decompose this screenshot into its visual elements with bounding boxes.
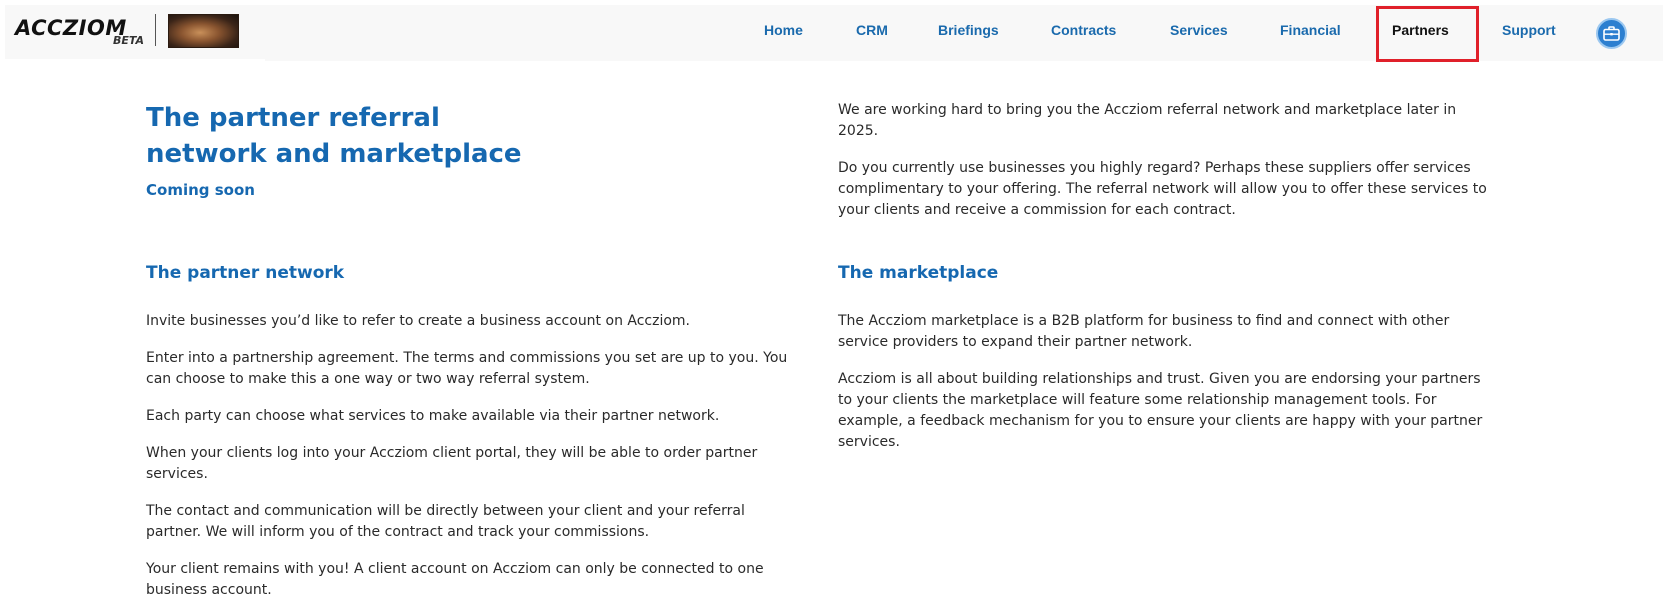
partner-network-paragraph: Invite businesses you’d like to refer to…	[146, 313, 691, 329]
marketplace-heading: The marketplace	[838, 263, 999, 283]
active-nav-highlight	[1376, 6, 1479, 62]
coming-soon-label: Coming soon	[146, 181, 255, 199]
page-title: The partner referral network and marketp…	[146, 103, 522, 169]
nav-contracts[interactable]: Contracts	[1051, 22, 1116, 38]
nav-support[interactable]: Support	[1502, 22, 1556, 38]
partner-network-text: Invite businesses you’d like to refer to…	[146, 311, 796, 609]
marketplace-text: The Accziom marketplace is a B2B platfor…	[838, 311, 1488, 469]
partner-network-heading: The partner network	[146, 263, 345, 283]
nav-briefings[interactable]: Briefings	[938, 22, 999, 38]
brand-name: ACCZIOM	[15, 16, 127, 40]
brand-beta-tag: BETA	[113, 34, 145, 47]
briefcase-icon	[1603, 26, 1620, 41]
nav-home[interactable]: Home	[764, 22, 803, 38]
nav-services[interactable]: Services	[1170, 22, 1228, 38]
account-button[interactable]	[1596, 18, 1627, 49]
partner-network-paragraph: The contact and communication will be di…	[146, 503, 745, 540]
partner-network-paragraph: Enter into a partnership agreement. The …	[146, 350, 788, 387]
intro-text: We are working hard to bring you the Acc…	[838, 100, 1488, 237]
intro-paragraph: Do you currently use businesses you high…	[838, 160, 1487, 218]
left-column: The partner referral network and marketp…	[146, 100, 786, 199]
top-navigation-bar: ACCZIOM BETA Home CRM Briefings Contract…	[5, 5, 1663, 62]
partner-network-paragraph: Your client remains with you! A client a…	[146, 561, 764, 598]
logo-divider	[155, 14, 156, 46]
marketplace-paragraph: Accziom is all about building relationsh…	[838, 371, 1483, 450]
brand-logo[interactable]: ACCZIOM BETA	[5, 5, 265, 61]
intro-paragraph: We are working hard to bring you the Acc…	[838, 102, 1457, 139]
handshake-photo	[168, 14, 239, 48]
logo-underline	[5, 59, 265, 61]
partner-network-paragraph: Each party can choose what services to m…	[146, 408, 720, 424]
partner-network-paragraph: When your clients log into your Accziom …	[146, 445, 758, 482]
nav-crm[interactable]: CRM	[856, 22, 888, 38]
nav-financial[interactable]: Financial	[1280, 22, 1341, 38]
marketplace-paragraph: The Accziom marketplace is a B2B platfor…	[838, 313, 1450, 350]
